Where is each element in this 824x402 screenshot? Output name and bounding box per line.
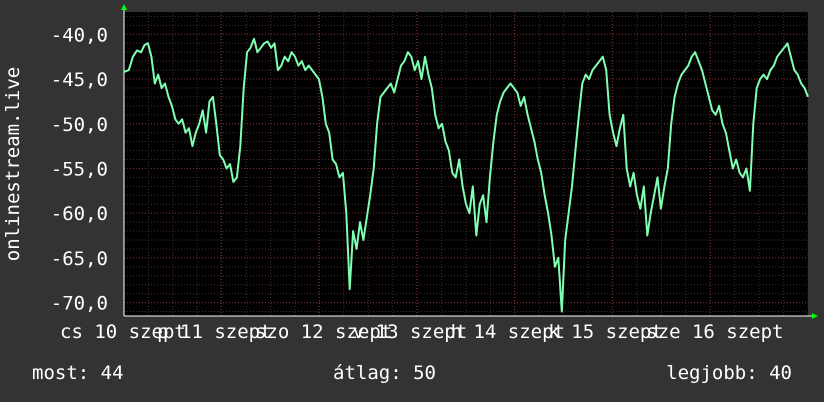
footer-stats: most: 44 átlag: 50 legjobb: 40: [0, 362, 824, 388]
y-tick-label: -60,0: [51, 203, 108, 225]
y-tick-labels: -40,0 -45,0 -50,0 -55,0 -60,0 -65,0 -70,0: [51, 24, 108, 314]
y-tick-label: -45,0: [51, 69, 108, 91]
x-axis-arrow: [812, 313, 818, 319]
max-value: legjobb: 40: [666, 362, 792, 384]
y-tick-label: -65,0: [51, 248, 108, 270]
current-value: most: 44: [32, 362, 124, 384]
y-tick-label: -40,0: [51, 24, 108, 46]
y-tick-label: -50,0: [51, 114, 108, 136]
x-tick-labels: cs 10 szeptp 11 szeptszo 12 szeptv 13 sz…: [60, 321, 783, 343]
y-axis-arrow: [121, 4, 127, 10]
y-tick-label: -55,0: [51, 158, 108, 180]
x-tick-label: sze 16 szept: [646, 321, 783, 343]
y-axis-label: onlinestream.live: [2, 67, 24, 261]
y-tick-label: -70,0: [51, 293, 108, 315]
average-value: átlag: 50: [333, 362, 436, 384]
chart: -40,0 -45,0 -50,0 -55,0 -60,0 -65,0 -70,0 cs 1…: [2, 4, 818, 343]
